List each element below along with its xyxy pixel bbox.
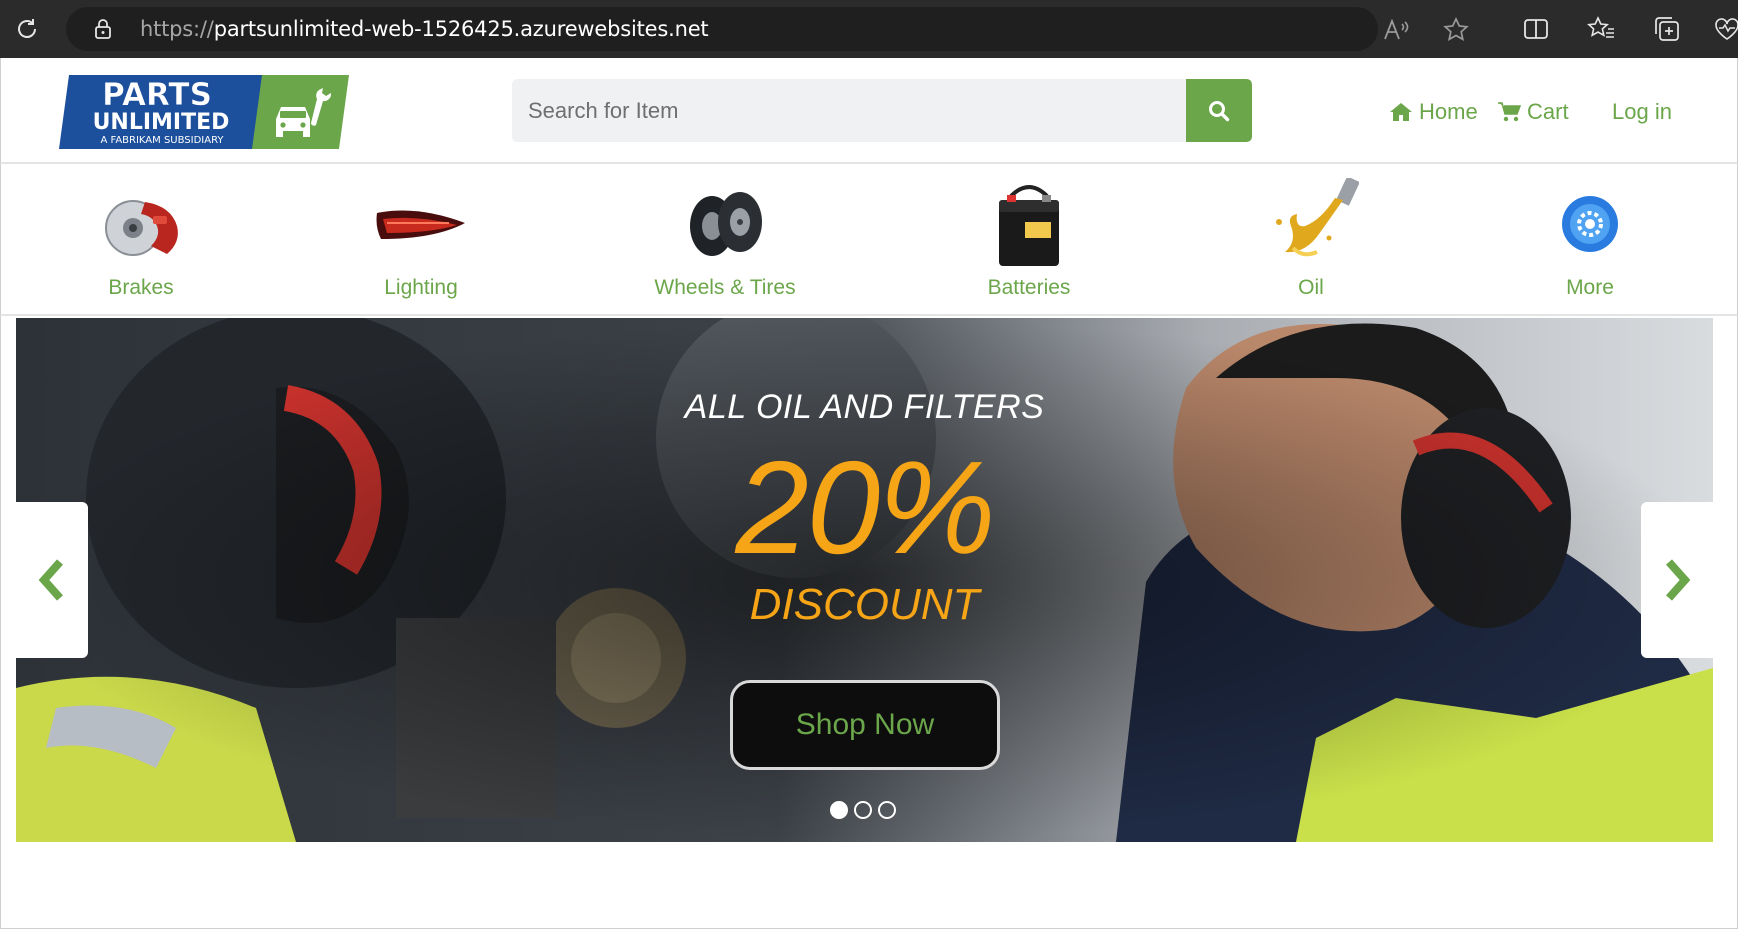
category-oil[interactable]: Oil bbox=[1211, 164, 1411, 314]
category-batteries-label: Batteries bbox=[987, 276, 1071, 299]
category-strip: Brakes Lighting Wheels & Tires Batteries… bbox=[0, 164, 1738, 316]
more-gear-icon bbox=[1535, 178, 1645, 270]
nav-login-link[interactable]: Log in bbox=[1612, 96, 1672, 128]
oil-pour-icon bbox=[1256, 178, 1366, 270]
carousel-dot-1[interactable] bbox=[830, 801, 848, 819]
tires-icon bbox=[670, 178, 780, 270]
logo-line2: UNLIMITED bbox=[93, 110, 230, 135]
home-icon bbox=[1390, 103, 1412, 121]
site-header: PARTS UNLIMITED A FABRIKAM SUBSIDIARY Se… bbox=[0, 58, 1738, 164]
url-host: partsunlimited-web-1526425.azurewebsites… bbox=[213, 17, 709, 41]
carousel-next-button[interactable] bbox=[1641, 502, 1713, 658]
parts-unlimited-logo[interactable]: PARTS UNLIMITED A FABRIKAM SUBSIDIARY bbox=[59, 75, 349, 149]
reload-button[interactable] bbox=[10, 12, 44, 46]
category-more[interactable]: More bbox=[1490, 164, 1690, 314]
favorite-star-icon[interactable] bbox=[1442, 16, 1470, 44]
collections-icon[interactable] bbox=[1652, 14, 1682, 44]
logo-tagline: A FABRIKAM SUBSIDIARY bbox=[100, 135, 224, 146]
category-wheels-tires[interactable]: Wheels & Tires bbox=[625, 164, 825, 314]
reload-icon bbox=[18, 19, 36, 38]
url-text[interactable]: https://partsunlimited-web-1526425.azure… bbox=[140, 7, 709, 51]
url-scheme: https:// bbox=[140, 17, 214, 41]
nav-home-link[interactable]: Home bbox=[1389, 96, 1478, 128]
search-icon bbox=[1209, 100, 1230, 121]
browser-toolbar: https://partsunlimited-web-1526425.azure… bbox=[0, 0, 1738, 58]
nav-cart-link[interactable]: Cart bbox=[1497, 96, 1569, 128]
nav-home-label: Home bbox=[1419, 99, 1478, 124]
favorites-icon[interactable] bbox=[1586, 14, 1616, 44]
hero-discount-text: DISCOUNT bbox=[749, 580, 980, 629]
cart-icon bbox=[1498, 102, 1521, 122]
search-button[interactable] bbox=[1186, 79, 1252, 142]
chevron-left-icon bbox=[38, 559, 63, 601]
search-input[interactable] bbox=[512, 79, 1186, 142]
category-wheels-tires-label: Wheels & Tires bbox=[654, 276, 796, 299]
chevron-right-icon bbox=[1666, 559, 1691, 601]
carousel-dot-3[interactable] bbox=[878, 801, 896, 819]
category-brakes[interactable]: Brakes bbox=[41, 164, 241, 314]
search-bar bbox=[512, 79, 1252, 142]
read-aloud-icon[interactable] bbox=[1382, 16, 1410, 44]
category-lighting[interactable]: Lighting bbox=[321, 164, 521, 314]
nav-cart-label: Cart bbox=[1527, 99, 1569, 124]
hero-percent-text: 20% bbox=[735, 434, 995, 581]
category-more-label: More bbox=[1566, 276, 1614, 299]
category-lighting-label: Lighting bbox=[384, 276, 458, 299]
brakes-icon bbox=[86, 178, 196, 270]
tail-light-icon bbox=[366, 178, 476, 270]
carousel-indicators bbox=[830, 801, 896, 819]
split-screen-icon[interactable] bbox=[1521, 14, 1551, 44]
lock-icon[interactable] bbox=[92, 18, 114, 40]
address-bar[interactable]: https://partsunlimited-web-1526425.azure… bbox=[66, 7, 1469, 51]
logo-line1: PARTS bbox=[102, 77, 212, 113]
category-oil-label: Oil bbox=[1298, 276, 1324, 299]
battery-icon bbox=[974, 178, 1084, 270]
shop-now-button[interactable]: Shop Now bbox=[730, 680, 1000, 770]
category-batteries[interactable]: Batteries bbox=[929, 164, 1129, 314]
carousel-prev-button[interactable] bbox=[16, 502, 88, 658]
category-brakes-label: Brakes bbox=[108, 276, 174, 299]
browser-essentials-icon[interactable] bbox=[1712, 14, 1738, 44]
carousel-dot-2[interactable] bbox=[854, 801, 872, 819]
hero-carousel: ALL OIL AND FILTERS 20% DISCOUNT Shop No… bbox=[16, 318, 1713, 842]
hero-kicker-text: ALL OIL AND FILTERS bbox=[684, 388, 1045, 426]
nav-login-label: Log in bbox=[1612, 99, 1672, 124]
